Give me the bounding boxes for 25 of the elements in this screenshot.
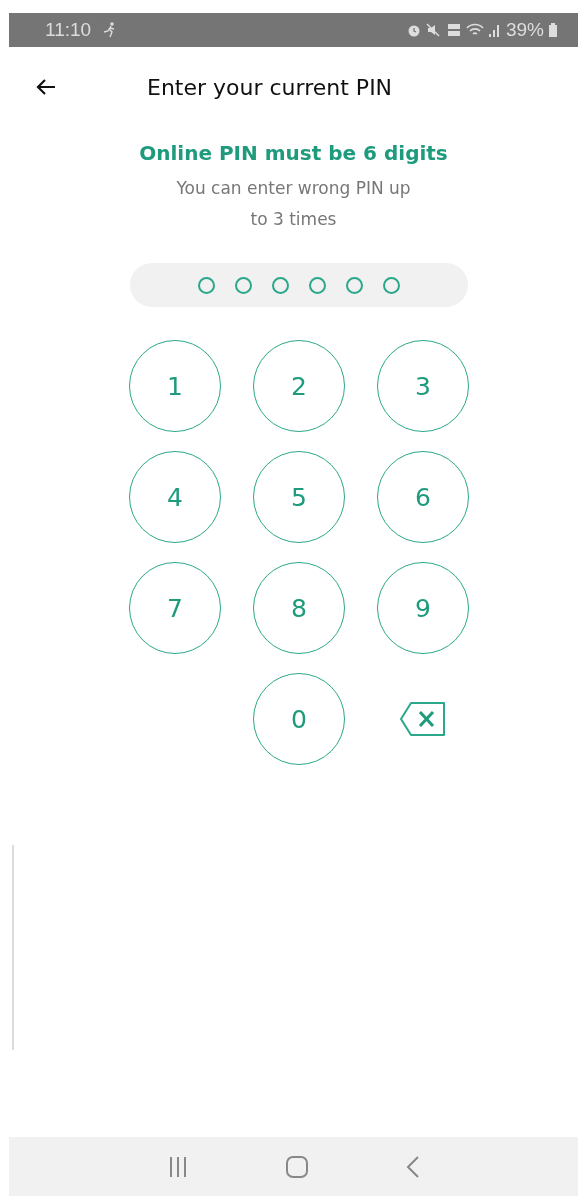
digit-key[interactable]: 6 (377, 451, 469, 543)
battery-level: 39% (505, 19, 544, 41)
signal-icon (487, 22, 502, 38)
home-icon[interactable] (284, 1154, 309, 1179)
digit-key[interactable]: 2 (253, 340, 345, 432)
status-time: 11:10 (45, 19, 92, 41)
pin-requirement: Online PIN must be 6 digits (138, 141, 449, 165)
delete-button[interactable] (399, 701, 447, 737)
attempts-note: You can enter wrong PIN up to 3 times (175, 177, 412, 231)
page-title: Enter your current PIN (147, 74, 393, 100)
recent-apps-icon[interactable] (167, 1155, 188, 1178)
back-icon[interactable] (405, 1154, 420, 1179)
back-arrow-icon (35, 78, 57, 96)
digit-key[interactable]: 3 (377, 340, 469, 432)
wifi-icon (465, 22, 484, 38)
digit-key[interactable]: 1 (129, 340, 221, 432)
digit-key[interactable]: 4 (129, 451, 221, 543)
digit-key[interactable]: 0 (253, 673, 345, 765)
digit-key[interactable]: 5 (253, 451, 345, 543)
digit-key[interactable]: 9 (377, 562, 469, 654)
battery-icon (548, 22, 558, 38)
digit-key[interactable]: 8 (253, 562, 345, 654)
digit-key[interactable]: 7 (129, 562, 221, 654)
mute-icon (425, 22, 442, 38)
backspace-icon (399, 701, 447, 737)
